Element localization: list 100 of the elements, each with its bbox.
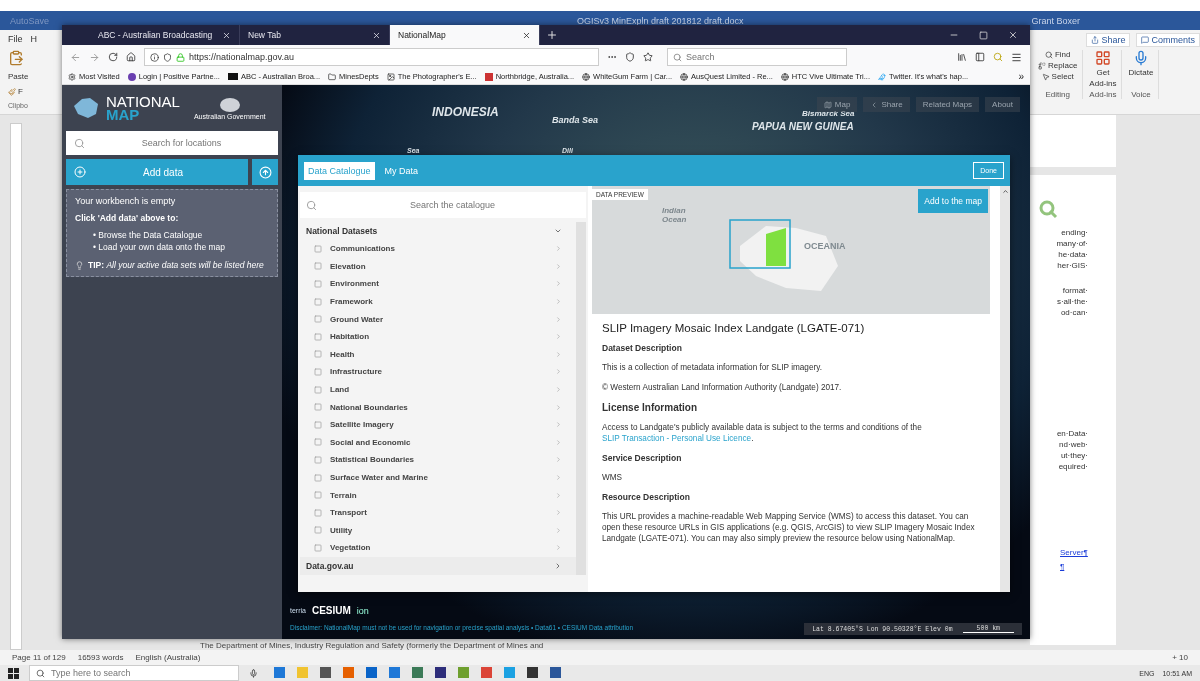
sidebar-icon[interactable] <box>975 52 985 62</box>
taskbar-app-icon[interactable] <box>274 667 285 678</box>
home-tab[interactable]: H <box>30 34 37 44</box>
document-link[interactable]: ¶ <box>1030 560 1116 574</box>
taskbar-app-icon[interactable] <box>297 667 308 678</box>
back-icon[interactable] <box>70 51 81 63</box>
catalogue-item[interactable]: Land <box>300 380 576 399</box>
menu-icon[interactable] <box>1011 51 1022 63</box>
catalogue-item[interactable]: Surface Water and Marine <box>300 468 576 487</box>
taskbar-app-icon[interactable] <box>389 667 400 678</box>
comments-button[interactable]: Comments <box>1136 33 1200 47</box>
taskbar-app-icon[interactable] <box>320 667 331 678</box>
satellite-map[interactable] <box>282 85 1030 639</box>
taskbar-app-icon[interactable] <box>527 667 538 678</box>
close-icon[interactable] <box>522 30 531 40</box>
star-icon[interactable] <box>643 52 653 62</box>
checkbox-icon[interactable] <box>314 367 322 376</box>
catalogue-item[interactable]: Framework <box>300 292 576 311</box>
windows-logo-icon[interactable] <box>8 667 19 679</box>
extension-icon[interactable] <box>993 52 1003 62</box>
location-search-field[interactable]: Search for locations <box>93 131 270 155</box>
checkbox-icon[interactable] <box>314 332 322 341</box>
taskbar-app-icon[interactable] <box>412 667 423 678</box>
replace-button[interactable]: Replace <box>1038 61 1078 70</box>
checkbox-icon[interactable] <box>314 262 322 271</box>
checkbox-icon[interactable] <box>314 403 322 412</box>
taskbar-app-icon[interactable] <box>458 667 469 678</box>
checkbox-icon[interactable] <box>314 491 322 500</box>
catalogue-item[interactable]: Utility <box>300 521 576 540</box>
catalogue-item[interactable]: Environment <box>300 275 576 293</box>
map-label: Indian Ocean <box>662 206 688 224</box>
browser-tab[interactable]: NationalMap <box>390 25 540 45</box>
checkbox-icon[interactable] <box>314 438 322 447</box>
map-toolbar-button[interactable]: About <box>985 97 1020 112</box>
file-tab[interactable]: File <box>8 34 23 44</box>
checkbox-icon[interactable] <box>314 543 322 552</box>
checkbox-icon[interactable] <box>314 420 322 429</box>
taskbar-search-field[interactable]: Type here to search <box>51 666 232 680</box>
taskbar-app-icon[interactable] <box>481 667 492 678</box>
catalogue-item[interactable]: Satellite Imagery <box>300 415 576 434</box>
catalogue-item[interactable]: Terrain <box>300 486 576 504</box>
checkbox-icon[interactable] <box>314 473 322 482</box>
catalogue-item[interactable]: Habitation <box>300 327 576 346</box>
taskbar-app-icon[interactable] <box>366 667 377 678</box>
select-button[interactable]: Select <box>1041 72 1074 81</box>
catalogue-group[interactable]: Data.gov.au <box>300 556 576 575</box>
checkbox-icon[interactable] <box>314 350 322 359</box>
checkbox-icon[interactable] <box>314 455 322 464</box>
checkbox-icon[interactable] <box>314 315 322 324</box>
taskbar-app-icon[interactable] <box>550 667 561 678</box>
scroll-up-icon[interactable] <box>1002 188 1009 195</box>
map-toolbar-button[interactable]: Map <box>816 97 858 112</box>
plus-icon[interactable] <box>546 29 558 41</box>
close-icon[interactable] <box>372 30 381 40</box>
taskbar-app-icon[interactable] <box>504 667 515 678</box>
dictate-button[interactable]: Dictate <box>1128 68 1154 77</box>
catalogue-item[interactable]: Ground Water <box>300 310 576 328</box>
document-link[interactable]: Server¶ <box>1030 546 1116 560</box>
microphone-icon[interactable] <box>249 668 258 678</box>
overflow-button[interactable]: » <box>1018 71 1024 82</box>
format-painter-label[interactable]: F <box>18 87 23 96</box>
catalogue-item[interactable]: Elevation <box>300 257 576 276</box>
catalogue-item[interactable]: Social and Economic <box>300 433 576 452</box>
catalogue-item[interactable]: National Boundaries <box>300 398 576 416</box>
checkbox-icon[interactable] <box>314 244 322 253</box>
reload-icon[interactable] <box>108 52 118 62</box>
map-toolbar-button[interactable]: Share <box>863 97 910 112</box>
checkbox-icon[interactable] <box>314 297 322 306</box>
taskbar-app-icon[interactable] <box>435 667 446 678</box>
close-icon[interactable] <box>1008 30 1018 40</box>
checkbox-icon[interactable] <box>314 280 322 288</box>
map-toolbar-button[interactable]: Related Maps <box>915 97 980 112</box>
paste-label[interactable]: Paste <box>8 72 62 81</box>
location-search-field[interactable]: Search for locations <box>66 131 278 155</box>
checkbox-icon[interactable] <box>314 385 322 394</box>
close-icon[interactable] <box>222 30 231 40</box>
checkbox-icon[interactable] <box>314 508 322 517</box>
workbench-prompt: Click 'Add data' above to: <box>75 213 180 223</box>
taskbar-app-icon[interactable] <box>343 667 354 678</box>
address-bar[interactable]: https://nationalmap.gov.au <box>144 48 599 66</box>
zoom-control[interactable]: + 10 <box>1172 653 1188 662</box>
maximize-icon[interactable] <box>979 30 988 40</box>
catalogue-item[interactable]: Communications <box>300 240 576 258</box>
find-button[interactable]: Find <box>1044 50 1071 59</box>
catalogue-item[interactable]: Infrastructure <box>300 363 576 381</box>
catalogue-item[interactable]: Transport <box>300 503 576 522</box>
share-button[interactable]: Share <box>1086 33 1131 47</box>
home-icon[interactable] <box>126 52 136 62</box>
upload-button[interactable] <box>252 159 278 185</box>
search-field[interactable]: Search <box>686 49 841 65</box>
search-field[interactable]: Search <box>667 48 847 66</box>
catalogue-item[interactable]: Vegetation <box>300 539 576 557</box>
get-addins-button[interactable]: Get Add-ins <box>1089 68 1117 88</box>
comment-icon <box>1141 36 1150 44</box>
taskbar-search-field[interactable]: Type here to search <box>29 665 239 681</box>
library-icon[interactable] <box>957 52 967 62</box>
catalogue-item[interactable]: Statistical Boundaries <box>300 451 576 469</box>
checkbox-icon[interactable] <box>314 526 322 535</box>
forward-icon[interactable] <box>89 51 100 63</box>
catalogue-item[interactable]: Health <box>300 345 576 364</box>
